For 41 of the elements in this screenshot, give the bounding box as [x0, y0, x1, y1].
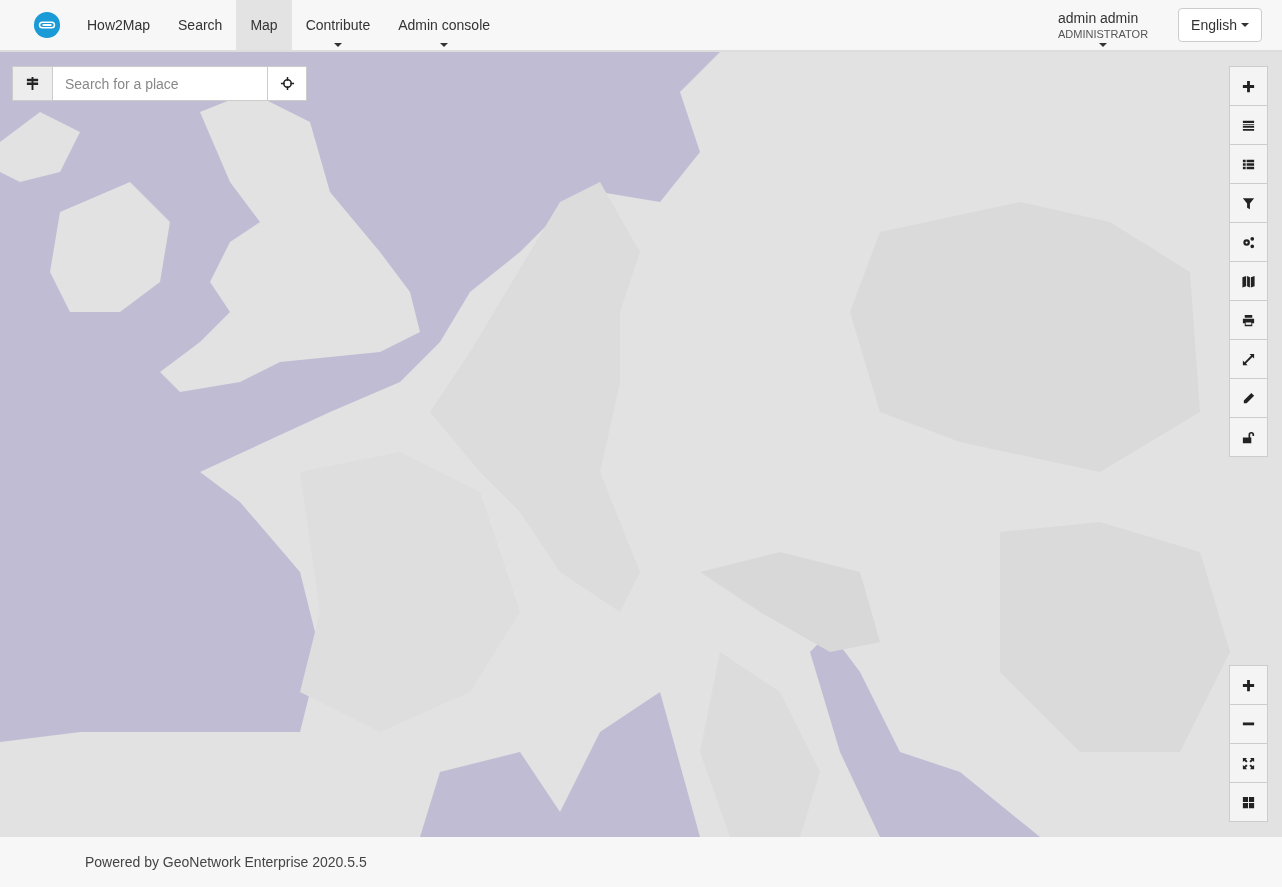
draw-button[interactable] — [1230, 379, 1267, 417]
signpost-icon — [25, 76, 40, 91]
locate-button[interactable] — [267, 67, 306, 100]
nav-tab[interactable]: Search — [164, 0, 237, 50]
fit-extent-icon — [1241, 755, 1256, 771]
crosshair-icon — [279, 76, 295, 91]
grid-icon — [1241, 794, 1256, 810]
nav-tab[interactable]: How2Map — [73, 0, 165, 50]
filter-button[interactable] — [1230, 184, 1267, 222]
place-search-field[interactable]: Search for a place — [52, 67, 267, 100]
caret-icon — [1099, 43, 1108, 47]
list-button[interactable] — [1230, 145, 1267, 183]
nav-tab[interactable]: Admin console — [384, 0, 505, 50]
nav-tab[interactable]: Contribute — [291, 0, 385, 50]
processing-button[interactable] — [1230, 223, 1267, 261]
map-icon — [1241, 273, 1256, 289]
user-name[interactable]: admin admin — [1058, 10, 1149, 26]
language-dropdown[interactable]: English — [1178, 8, 1262, 42]
zoom-in-icon — [1241, 677, 1256, 693]
zoom-out-icon — [1241, 722, 1256, 726]
footer-text: Powered by GeoNetwork Enterprise 2020.5.5 — [85, 854, 367, 870]
logo-icon — [33, 11, 61, 39]
nav-tab[interactable]: Map — [236, 0, 292, 50]
layers-button[interactable] — [1230, 106, 1267, 144]
zoom-in-button[interactable] — [1230, 666, 1267, 704]
print-icon — [1241, 312, 1256, 328]
unlocked-padlock-icon — [1241, 429, 1256, 445]
print-button[interactable] — [1230, 301, 1267, 339]
filter-settings-button[interactable] — [13, 67, 52, 100]
zoom-in-icon — [1241, 78, 1256, 94]
filter-icon — [1241, 195, 1256, 211]
user-role[interactable]: ADMINISTRATOR — [1058, 28, 1149, 40]
caret-icon — [1241, 23, 1249, 28]
map-button[interactable] — [1230, 262, 1267, 300]
lock-button[interactable] — [1230, 418, 1267, 456]
pencil-icon — [1241, 390, 1256, 406]
fit-extent-button[interactable] — [1230, 744, 1267, 782]
fullscreen-button[interactable] — [1230, 340, 1267, 378]
expand-icon — [1241, 351, 1256, 367]
grid-button[interactable] — [1230, 783, 1267, 821]
zoom-in-button[interactable] — [1230, 67, 1267, 105]
